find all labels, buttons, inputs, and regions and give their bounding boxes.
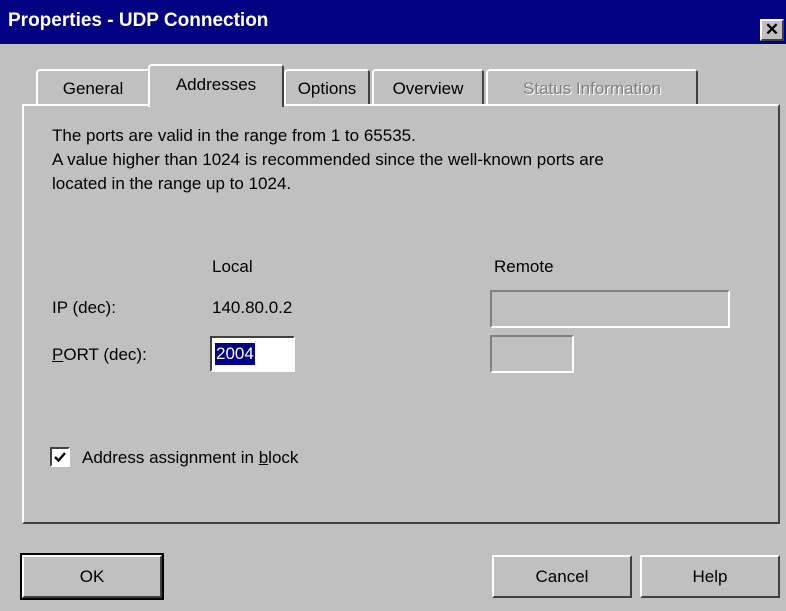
tab-overview-label: Overview	[392, 79, 464, 98]
port-local-input[interactable]: 2004	[210, 336, 295, 372]
address-assignment-label-before: Address assignment in	[82, 448, 259, 467]
remote-column-header: Remote	[494, 257, 554, 276]
address-assignment-label-after: lock	[268, 448, 299, 467]
ip-remote-field	[490, 290, 730, 328]
local-column-header: Local	[212, 257, 253, 276]
tab-general-label: General	[62, 79, 124, 98]
description-line-1: The ports are valid in the range from 1 …	[52, 126, 416, 145]
ip-label: IP (dec):	[52, 298, 116, 317]
address-assignment-checkbox[interactable]	[50, 447, 70, 467]
port-label: PORT (dec):	[52, 345, 147, 365]
tab-general[interactable]: General	[36, 69, 150, 105]
description-line-2: A value higher than 1024 is recommended …	[52, 150, 604, 169]
tab-options-label: Options	[297, 79, 357, 98]
ok-button[interactable]: OK	[20, 553, 164, 600]
tab-addresses-label: Addresses	[175, 75, 257, 94]
port-local-value: 2004	[215, 343, 255, 365]
checkmark-icon	[54, 452, 66, 463]
title-bar: Properties - UDP Connection ✕	[0, 0, 786, 44]
cancel-button[interactable]: Cancel	[492, 555, 632, 598]
address-assignment-label[interactable]: Address assignment in block	[82, 448, 298, 468]
ports-description: The ports are valid in the range from 1 …	[52, 124, 604, 196]
close-button[interactable]: ✕	[760, 19, 784, 41]
address-assignment-label-mnemonic: b	[258, 448, 269, 467]
help-button[interactable]: Help	[640, 555, 780, 598]
port-remote-field	[490, 335, 574, 373]
close-icon: ✕	[764, 20, 780, 39]
window-title: Properties - UDP Connection	[8, 10, 269, 31]
description-line-3: located in the range up to 1024.	[52, 174, 292, 193]
ip-local-value: 140.80.0.2	[212, 298, 293, 317]
tab-status-information: Status Information	[486, 69, 698, 105]
tab-overview[interactable]: Overview	[372, 69, 484, 105]
port-label-rest: ORT (dec):	[63, 345, 147, 364]
tab-status-information-label: Status Information	[523, 79, 661, 98]
port-label-mnemonic: P	[52, 345, 64, 364]
tab-addresses[interactable]: Addresses	[148, 64, 284, 107]
tab-options[interactable]: Options	[284, 69, 370, 105]
